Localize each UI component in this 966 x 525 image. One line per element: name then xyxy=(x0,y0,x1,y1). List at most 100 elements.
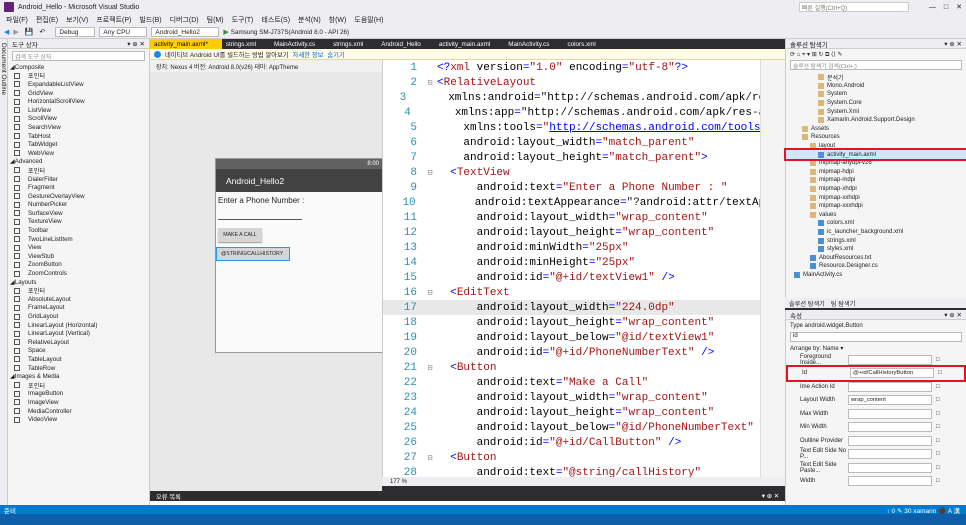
solution-item[interactable]: mipmap-hdpi xyxy=(786,168,966,177)
property-row[interactable]: Max Width □ xyxy=(786,407,966,421)
code-line[interactable]: 13 android:minWidth="25px" xyxy=(383,240,785,255)
toolbox-item[interactable]: ScrollView xyxy=(8,115,149,124)
menu-item[interactable]: 파일(F) xyxy=(6,15,28,25)
menu-item[interactable]: 디버그(D) xyxy=(170,15,199,25)
toolbox-group[interactable]: ◢ Layouts xyxy=(8,278,149,287)
code-line[interactable]: 25 android:layout_below="@id/PhoneNumber… xyxy=(383,420,785,435)
code-line[interactable]: 16 ⊟ <EditText xyxy=(383,285,785,300)
property-marker-icon[interactable]: □ xyxy=(936,357,940,363)
solution-item[interactable]: MainActivity.cs xyxy=(786,271,966,280)
zoom-level[interactable]: 177 % xyxy=(390,479,407,485)
code-line[interactable]: 10 android:textAppearance="?android:attr… xyxy=(383,195,785,210)
code-line[interactable]: 4 xmlns:app="http://schemas.android.com/… xyxy=(383,105,785,120)
solution-search-input[interactable]: 솔루션 탐색기 검색(Ctrl+;) xyxy=(790,60,962,70)
property-value[interactable]: @+id/CallHistoryButton xyxy=(850,368,934,379)
code-line[interactable]: 7 android:layout_height="match_parent"> xyxy=(383,150,785,165)
solution-item[interactable]: mipmap-anydpi-v26 xyxy=(786,159,966,168)
toolbox-item[interactable]: ImageButton xyxy=(8,390,149,399)
solution-item[interactable]: activity_main.axml xyxy=(784,148,966,161)
toolbox-item[interactable]: TabWidget xyxy=(8,140,149,149)
property-row[interactable]: Min Width □ xyxy=(786,421,966,435)
solution-item[interactable]: layout xyxy=(786,142,966,151)
forward-icon[interactable]: ▶ xyxy=(13,28,18,36)
menu-item[interactable]: 테스트(S) xyxy=(261,15,290,25)
toolbox-item[interactable]: TableLayout xyxy=(8,355,149,364)
toolbox-item[interactable]: 포인터 xyxy=(8,286,149,295)
toolbox-item[interactable]: GridView xyxy=(8,89,149,98)
fold-icon[interactable]: ⊟ xyxy=(423,78,437,88)
toolbox-item[interactable]: 포인터 xyxy=(8,166,149,175)
menu-item[interactable]: 분석(N) xyxy=(298,15,321,25)
code-line[interactable]: 27 ⊟ <Button xyxy=(383,450,785,465)
property-marker-icon[interactable]: □ xyxy=(936,384,940,390)
solution-item[interactable]: System.Xml xyxy=(786,107,966,116)
property-row[interactable]: Text Edit Side Paste... □ xyxy=(786,461,966,475)
solution-item[interactable]: styles.xml xyxy=(786,245,966,254)
menu-item[interactable]: 프로젝트(P) xyxy=(96,15,131,25)
property-value[interactable] xyxy=(848,476,932,487)
property-marker-icon[interactable]: □ xyxy=(936,424,940,430)
editor-tab[interactable]: Android_Hello xyxy=(377,39,435,49)
quick-launch-input[interactable]: 빠른 실행(Ctrl+Q) xyxy=(798,2,909,12)
property-marker-icon[interactable]: □ xyxy=(936,411,940,417)
toolbox-item[interactable]: TableRow xyxy=(8,364,149,373)
info-more-link[interactable]: 자세한 정보 xyxy=(293,50,324,59)
fold-icon[interactable]: ⊟ xyxy=(423,363,437,373)
property-marker-icon[interactable]: □ xyxy=(938,370,942,376)
code-editor[interactable]: 1 <?xml version="1.0" encoding="utf-8"?> 2… xyxy=(382,60,785,477)
toolbox-search-input[interactable]: 검색 도구 상자 xyxy=(12,51,145,61)
maximize-button[interactable]: □ xyxy=(944,4,948,11)
panel-close-icon[interactable]: ▾ ⊕ ✕ xyxy=(762,493,779,500)
toolbox-item[interactable]: ViewStub xyxy=(8,252,149,261)
toolbox-item[interactable]: 포인터 xyxy=(8,72,149,80)
toolbox-item[interactable]: TextureView xyxy=(8,218,149,227)
solution-item[interactable]: AboutResources.txt xyxy=(786,253,966,262)
platform-combo[interactable]: Any CPU xyxy=(99,27,148,37)
code-line[interactable]: 24 android:layout_height="wrap_content" xyxy=(383,405,785,420)
property-row[interactable]: Outline Provider □ xyxy=(786,434,966,448)
menu-item[interactable]: 보기(V) xyxy=(66,15,88,25)
menu-item[interactable]: 도구(T) xyxy=(232,15,254,25)
property-value[interactable] xyxy=(848,408,932,419)
close-button[interactable]: ✕ xyxy=(956,3,962,11)
toolbox-item[interactable]: FrameLayout xyxy=(8,304,149,313)
toolbox-group[interactable]: ◢ Images & Media xyxy=(8,372,149,381)
menu-item[interactable]: 창(W) xyxy=(329,15,347,25)
code-line[interactable]: 22 android:text="Make a Call" xyxy=(383,375,785,390)
solution-item[interactable]: values xyxy=(786,211,966,220)
code-line[interactable]: 23 android:layout_width="wrap_content" xyxy=(383,390,785,405)
code-line[interactable]: 15 android:id="@+id/textView1" /> xyxy=(383,270,785,285)
toolbox-item[interactable]: LinearLayout (Horizontal) xyxy=(8,321,149,330)
code-line[interactable]: 8 ⊟ <TextView xyxy=(383,165,785,180)
pin-icon[interactable]: ▾ ⊕ ✕ xyxy=(944,40,962,48)
code-line[interactable]: 20 android:id="@+id/PhoneNumberText" /> xyxy=(383,345,785,360)
document-outline-tab[interactable]: Document Outline xyxy=(0,39,8,505)
property-value[interactable] xyxy=(848,449,932,460)
solution-item[interactable]: Xamarin.Android.Support.Design xyxy=(786,116,966,125)
solution-item[interactable]: System.Core xyxy=(786,99,966,108)
call-history-button[interactable]: @STRING/CALLHISTORY xyxy=(216,247,290,261)
panel-tab[interactable]: 솔루션 탐색기 xyxy=(789,299,825,308)
arrange-by[interactable]: Arrange by: Name ▾ xyxy=(786,343,966,353)
toolbox-item[interactable]: View xyxy=(8,243,149,252)
property-row[interactable]: Ime Action Id □ xyxy=(786,380,966,394)
property-value[interactable] xyxy=(848,381,932,392)
toolbox-item[interactable]: NumberPicker xyxy=(8,201,149,210)
property-marker-icon[interactable]: □ xyxy=(936,438,940,444)
property-row[interactable]: Id @+id/CallHistoryButton □ xyxy=(786,364,966,382)
property-marker-icon[interactable]: □ xyxy=(936,465,940,471)
code-line[interactable]: 21 ⊟ <Button xyxy=(383,360,785,375)
fold-icon[interactable]: ⊟ xyxy=(423,168,437,178)
toolbox-item[interactable]: VideoView xyxy=(8,415,149,424)
fold-icon[interactable]: ⊟ xyxy=(423,288,437,298)
property-value[interactable] xyxy=(848,462,932,473)
code-line[interactable]: 6 android:layout_width="match_parent" xyxy=(383,135,785,150)
properties-search-input[interactable]: id xyxy=(790,332,962,342)
toolbox-group[interactable]: ◢ Composite xyxy=(8,63,149,72)
toolbox-item[interactable]: ZoomButton xyxy=(8,261,149,270)
toolbox-item[interactable]: LinearLayout (Vertical) xyxy=(8,329,149,338)
solution-item[interactable]: mipmap-mdpi xyxy=(786,176,966,185)
code-line[interactable]: 12 android:layout_height="wrap_content" xyxy=(383,225,785,240)
device-preview[interactable]: 8:00 Android_Hello2 Enter a Phone Number… xyxy=(215,158,383,353)
minimize-button[interactable]: — xyxy=(929,4,936,11)
